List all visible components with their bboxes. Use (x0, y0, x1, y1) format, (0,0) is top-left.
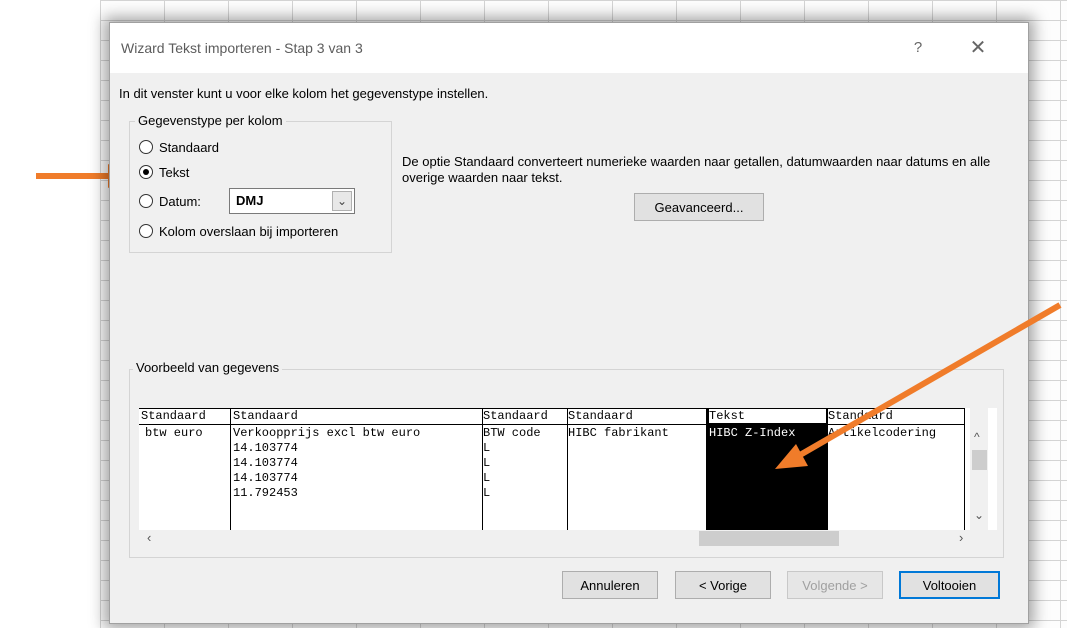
annotation-layer-top (775, 302, 1062, 469)
arrow-to-hibc-column (775, 302, 1062, 469)
